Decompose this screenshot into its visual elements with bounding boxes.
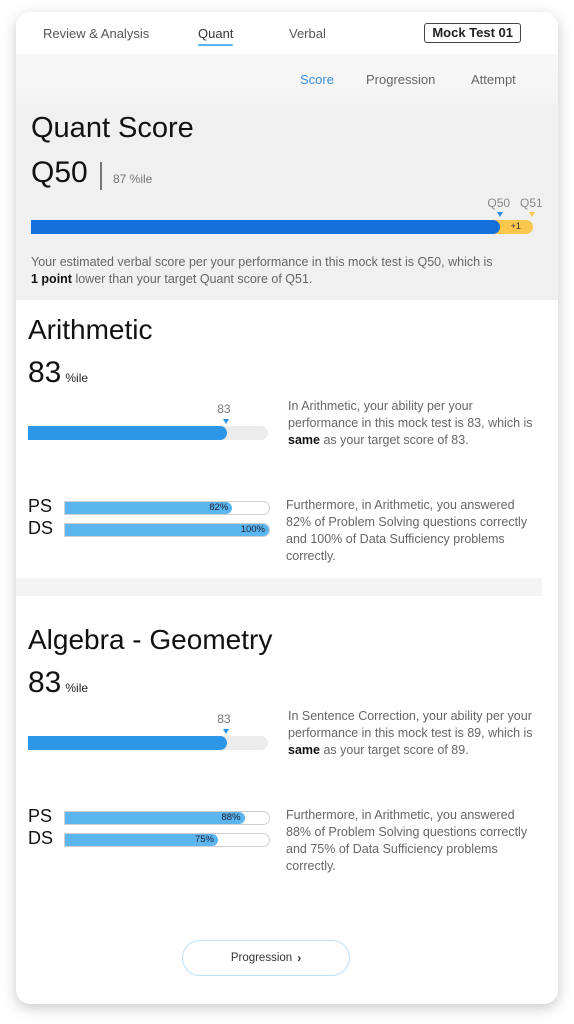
ability-bar-fill xyxy=(28,426,228,440)
ability-score-label: 83 xyxy=(217,712,231,726)
ps-bar-fill: 88% xyxy=(65,812,245,824)
ds-value: 100% xyxy=(240,524,265,535)
progression-button-label: Progression xyxy=(230,952,293,964)
ds-value: 75% xyxy=(194,834,214,845)
score-description: Your estimated verbal score per your per… xyxy=(31,254,541,288)
tab-verbal[interactable]: Verbal xyxy=(289,26,326,41)
subtab-progression[interactable]: Progression xyxy=(366,72,435,87)
score-report-card: Review & Analysis Quant Verbal Mock Test… xyxy=(16,12,558,1004)
ability-bar xyxy=(28,736,268,750)
ds-bar-fill: 75% xyxy=(65,834,218,846)
section-divider xyxy=(16,578,542,596)
subtab-score[interactable]: Score xyxy=(300,72,334,87)
ability-marker-icon xyxy=(223,419,230,424)
topic-percentile: 83 %ile xyxy=(28,666,88,700)
mock-test-selector[interactable]: Mock Test 01 xyxy=(424,23,521,43)
score-progress-bar: +1 xyxy=(31,220,533,234)
tab-review-analysis[interactable]: Review & Analysis xyxy=(43,26,149,41)
accuracy-description: Furthermore, in Arithmetic, you answered… xyxy=(286,498,528,563)
topic-percentile-unit: %ile xyxy=(65,681,89,695)
ds-label: DS xyxy=(28,518,54,538)
quant-score-section: Quant Score Q50 87 %ile Q50 Q51 +1 Your … xyxy=(16,104,558,300)
tab-quant[interactable]: Quant xyxy=(198,26,234,46)
topic-title: Arithmetic xyxy=(28,314,153,345)
ability-desc-text-2: as your target score of 89. xyxy=(319,743,469,757)
ability-bar-fill xyxy=(28,736,228,750)
ps-label: PS xyxy=(28,496,53,516)
ds-bar: 75% xyxy=(64,833,270,847)
gap-label: +1 xyxy=(510,221,521,231)
current-score-label: Q50 xyxy=(487,196,511,210)
chevron-right-icon: › xyxy=(297,951,302,965)
progression-button[interactable]: Progression › xyxy=(182,940,350,976)
accuracy-description: Furthermore, in Arithmetic, you answered… xyxy=(286,808,528,873)
ability-desc-bold: same xyxy=(288,433,320,447)
target-score-label: Q51 xyxy=(520,196,543,210)
ability-desc-bold: same xyxy=(288,743,320,757)
ps-value: 82% xyxy=(209,502,229,513)
topic-percentile-unit: %ile xyxy=(65,371,89,385)
score-title: Quant Score xyxy=(31,112,194,144)
topic-percentile-value: 83 xyxy=(28,666,62,699)
score-value: Q50 xyxy=(31,156,88,189)
ps-bar: 88% xyxy=(64,811,270,825)
subtab-attempt[interactable]: Attempt xyxy=(471,72,516,87)
topic-percentile-value: 83 xyxy=(28,356,62,389)
ds-bar-fill: 100% xyxy=(65,524,269,536)
ds-bar: 100% xyxy=(64,523,270,537)
topic-percentile: 83 %ile xyxy=(28,356,88,390)
ability-marker-icon xyxy=(223,729,230,734)
ps-label: PS xyxy=(28,806,53,826)
ability-description: In Sentence Correction, your ability per… xyxy=(288,708,538,759)
ability-desc-text: In Arithmetic, your ability per your per… xyxy=(288,399,533,430)
top-navigation: Review & Analysis Quant Verbal Mock Test… xyxy=(16,12,558,54)
ps-bar: 82% xyxy=(64,501,270,515)
score-percentile: 87 %ile xyxy=(113,172,153,186)
ability-desc-text: In Sentence Correction, your ability per… xyxy=(288,709,533,740)
score-desc-bold: 1 point xyxy=(31,272,72,286)
current-score-marker-icon xyxy=(497,212,504,217)
ps-value: 88% xyxy=(221,812,241,823)
ability-score-label: 83 xyxy=(217,402,231,416)
target-score-marker-icon xyxy=(529,212,535,217)
ds-label: DS xyxy=(28,828,54,848)
ability-bar xyxy=(28,426,268,440)
sub-navigation: Score Progression Attempt xyxy=(16,54,558,104)
score-divider xyxy=(100,162,102,190)
ability-desc-text-2: as your target score of 83. xyxy=(319,433,469,447)
ps-bar-fill: 82% xyxy=(65,502,233,514)
score-desc-text-2: lower than your target Quant score of Q5… xyxy=(71,272,313,286)
ability-description: In Arithmetic, your ability per your per… xyxy=(288,398,538,449)
score-desc-text: Your estimated verbal score per your per… xyxy=(31,255,493,269)
topic-title: Algebra - Geometry xyxy=(28,624,273,655)
score-bar-fill xyxy=(31,220,501,234)
